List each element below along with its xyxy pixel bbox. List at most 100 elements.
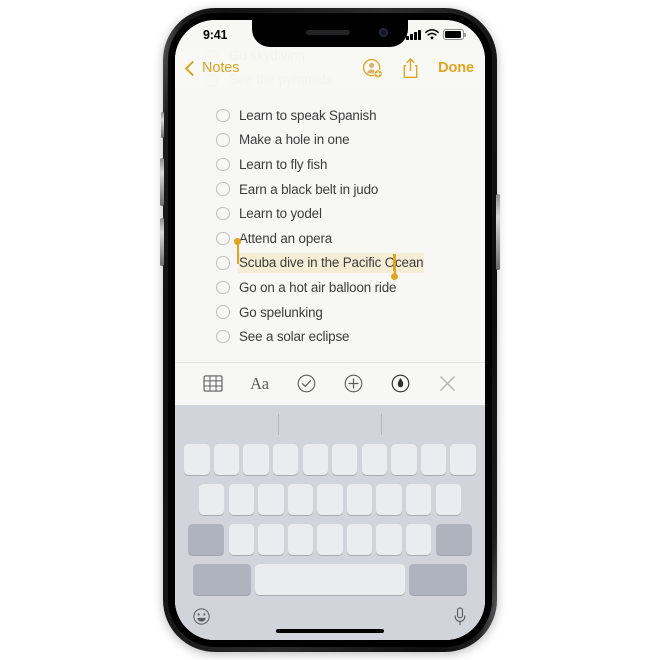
- note-format-toolbar: Aa: [175, 362, 485, 404]
- navigation-bar: Notes Done: [175, 48, 485, 88]
- done-button[interactable]: Done: [438, 60, 474, 76]
- number-mode-key[interactable]: [192, 564, 251, 595]
- keyboard-key[interactable]: [376, 524, 402, 555]
- keyboard-key[interactable]: [361, 444, 388, 475]
- keyboard-key[interactable]: [346, 484, 373, 515]
- predictive-divider: [381, 414, 382, 435]
- chevron-left-icon: [184, 60, 201, 76]
- keyboard-row-1: [175, 444, 485, 475]
- power-button[interactable]: [496, 194, 500, 270]
- checkbox-icon[interactable]: [216, 133, 230, 147]
- keyboard-key[interactable]: [332, 444, 358, 475]
- keyboard-key[interactable]: [302, 444, 328, 475]
- checklist-item-label: Make a hole in one: [239, 132, 350, 148]
- shift-key[interactable]: [188, 524, 225, 555]
- add-attachment-icon[interactable]: [339, 369, 369, 399]
- checklist-item-label: Attend an opera: [239, 230, 333, 246]
- checkbox-icon[interactable]: [216, 305, 230, 319]
- checklist-item-label: Learn to yodel: [239, 206, 322, 222]
- keyboard-key[interactable]: [198, 484, 225, 515]
- markup-pen-icon[interactable]: [386, 369, 416, 399]
- checkbox-icon[interactable]: [216, 329, 230, 344]
- keyboard-bottom-bar: [175, 604, 485, 640]
- nav-action-group: Done: [362, 57, 474, 79]
- checklist-item-label: Learn to speak Spanish: [239, 107, 377, 123]
- display-notch: [252, 20, 408, 47]
- home-indicator[interactable]: [276, 629, 384, 633]
- predictive-divider: [278, 414, 279, 435]
- checklist-item-label: Go on a hot air balloon ride: [239, 279, 397, 295]
- keyboard-key[interactable]: [317, 524, 343, 555]
- checklist-row-selected[interactable]: Scuba dive in the Pacific Ocean: [175, 237, 485, 280]
- microphone-icon[interactable]: [453, 607, 467, 631]
- software-keyboard: [175, 405, 485, 640]
- keyboard-key[interactable]: [346, 524, 373, 555]
- checklist-row[interactable]: Learn to speak Spanish: [175, 103, 485, 128]
- checklist-icon[interactable]: [292, 369, 322, 399]
- keyboard-key[interactable]: [184, 444, 210, 475]
- earpiece-speaker: [305, 30, 350, 35]
- emoji-icon[interactable]: [193, 608, 210, 630]
- text-format-icon[interactable]: Aa: [245, 369, 275, 399]
- checklist-item-label: See a solar eclipse: [239, 329, 350, 345]
- keyboard-key[interactable]: [317, 484, 343, 515]
- checkbox-icon[interactable]: [216, 231, 230, 246]
- share-icon[interactable]: [401, 57, 420, 79]
- checkbox-icon[interactable]: [216, 280, 230, 295]
- keyboard-key[interactable]: [406, 524, 432, 555]
- keyboard-key[interactable]: [450, 444, 476, 475]
- checklist-row[interactable]: Go spelunking: [175, 300, 485, 325]
- keyboard-key[interactable]: [243, 444, 269, 475]
- front-camera: [379, 28, 388, 37]
- volume-up-button[interactable]: [160, 158, 164, 206]
- space-key[interactable]: [255, 564, 405, 595]
- keyboard-key[interactable]: [258, 524, 284, 555]
- checklist-row[interactable]: Go on a hot air balloon ride: [175, 275, 485, 300]
- keyboard-key[interactable]: [287, 524, 314, 555]
- note-checklist: Learn to speak Spanish Make a hole in on…: [175, 103, 485, 349]
- keyboard-key[interactable]: [420, 444, 447, 475]
- checkbox-icon[interactable]: [216, 206, 230, 221]
- keyboard-key[interactable]: [376, 484, 402, 515]
- keyboard-row-3: [175, 524, 485, 555]
- checklist-row[interactable]: Make a hole in one: [175, 128, 485, 153]
- volume-down-button[interactable]: [160, 218, 164, 266]
- keyboard-key[interactable]: [258, 484, 284, 515]
- return-key[interactable]: [409, 564, 468, 595]
- checklist-row[interactable]: Earn a black belt in judo: [175, 177, 485, 202]
- keyboard-key[interactable]: [391, 444, 417, 475]
- checklist-row[interactable]: See a solar eclipse: [175, 324, 485, 349]
- keyboard-row-2: [175, 484, 485, 515]
- checklist-item-label: Learn to fly fish: [239, 156, 328, 172]
- keyboard-key[interactable]: [228, 524, 254, 555]
- checkbox-icon[interactable]: [216, 157, 230, 172]
- selection-end-handle[interactable]: [391, 253, 398, 280]
- close-icon[interactable]: [433, 369, 463, 399]
- delete-key[interactable]: [435, 524, 472, 555]
- keyboard-key[interactable]: [406, 484, 432, 515]
- add-person-icon[interactable]: [362, 58, 383, 79]
- back-button-label: Notes: [202, 60, 240, 76]
- predictive-text-bar: [175, 405, 485, 444]
- checklist-item-label: Go spelunking: [239, 304, 323, 320]
- checklist-row[interactable]: Attend an opera: [175, 226, 485, 251]
- keyboard-row-4: [175, 564, 485, 595]
- table-icon[interactable]: [198, 369, 228, 399]
- keyboard-key[interactable]: [287, 484, 314, 515]
- checkbox-icon[interactable]: [216, 182, 230, 196]
- back-to-notes-button[interactable]: Notes: [184, 60, 240, 76]
- checklist-row[interactable]: Learn to yodel: [175, 201, 485, 226]
- keyboard-key[interactable]: [272, 444, 299, 475]
- text-format-label: Aa: [250, 373, 269, 393]
- keyboard-key[interactable]: [228, 484, 254, 515]
- checklist-row[interactable]: Learn to fly fish: [175, 152, 485, 177]
- mute-switch-button[interactable]: [161, 112, 164, 138]
- checkbox-icon[interactable]: [216, 256, 230, 270]
- selection-start-handle[interactable]: [234, 237, 241, 264]
- checklist-item-label: Earn a black belt in judo: [239, 181, 379, 197]
- keyboard-key[interactable]: [435, 484, 461, 515]
- checkbox-icon[interactable]: [216, 108, 230, 123]
- keyboard-key[interactable]: [213, 444, 240, 475]
- checklist-item-label-selected: Scuba dive in the Pacific Ocean: [238, 252, 425, 274]
- phone-screen: Go skydiving See the pyramids Learn to s…: [175, 20, 485, 640]
